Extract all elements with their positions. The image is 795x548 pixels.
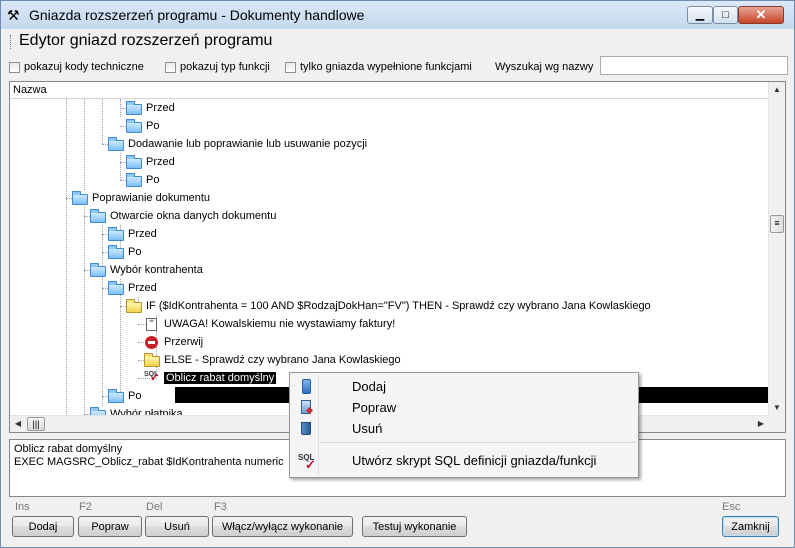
scroll-down-icon[interactable]: ▼ bbox=[771, 402, 783, 414]
edit-icon bbox=[295, 399, 319, 417]
tree-item[interactable]: IF ($IdKontrahenta = 100 AND $RodzajDokH… bbox=[126, 297, 651, 315]
checkbox-box[interactable] bbox=[9, 61, 20, 73]
folder-icon bbox=[108, 227, 124, 241]
folder-icon bbox=[126, 119, 142, 133]
context-menu: Dodaj Popraw Usuń SQL Utwórz skrypt SQL … bbox=[289, 372, 639, 478]
folder-icon bbox=[108, 281, 124, 295]
condition-folder-icon bbox=[126, 299, 142, 313]
app-icon: ⚒ bbox=[7, 7, 20, 23]
folder-icon bbox=[126, 173, 142, 187]
tree-line bbox=[120, 153, 121, 180]
title-bar[interactable]: ⚒ Gniazda rozszerzeń programu - Dokument… bbox=[1, 1, 794, 29]
test-execution-button[interactable]: Testuj wykonanie bbox=[362, 516, 467, 537]
tree-item[interactable]: ELSE - Sprawdź czy wybrano Jana Kowlaski… bbox=[144, 351, 401, 369]
close-window-button[interactable]: Zamknij bbox=[722, 516, 779, 537]
search-label: Wyszukaj wg nazwy bbox=[495, 61, 594, 73]
tree-line bbox=[84, 207, 85, 416]
tree-body: Przed Po Dodawanie lub poprawianie lub u… bbox=[10, 99, 769, 416]
menu-item-add[interactable]: Dodaj bbox=[292, 376, 636, 397]
menu-item-delete[interactable]: Usuń bbox=[292, 418, 636, 439]
trash-icon bbox=[295, 420, 319, 438]
show-tech-codes-checkbox[interactable]: pokazuj kody techniczne bbox=[9, 61, 144, 73]
minimize-button[interactable]: ▁ bbox=[687, 6, 713, 24]
toggle-execution-button[interactable]: Włącz/wyłącz wykonanie bbox=[212, 516, 353, 537]
tree-item[interactable]: Po bbox=[108, 387, 141, 405]
tree-line bbox=[84, 99, 85, 190]
checkbox-box[interactable] bbox=[165, 61, 176, 73]
only-filled-checkbox[interactable]: tylko gniazda wypełnione funkcjami bbox=[285, 61, 472, 73]
scroll-thumb[interactable]: ≡ bbox=[770, 215, 784, 233]
tree-item[interactable]: Po bbox=[126, 171, 159, 189]
hotkey-label: F3 bbox=[214, 501, 227, 513]
tree-item[interactable]: Dodawanie lub poprawianie lub usuwanie p… bbox=[108, 135, 367, 153]
tree-item[interactable]: Przed bbox=[126, 153, 175, 171]
tree-item[interactable]: Po bbox=[108, 243, 141, 261]
condition-folder-icon bbox=[144, 353, 160, 367]
show-func-type-checkbox[interactable]: pokazuj typ funkcji bbox=[165, 61, 270, 73]
editor-header: Edytor gniazd rozszerzeń programu bbox=[5, 31, 790, 53]
folder-icon bbox=[126, 155, 142, 169]
close-button[interactable]: ✕ bbox=[738, 6, 784, 24]
options-bar: pokazuj kody techniczne pokazuj typ funk… bbox=[5, 56, 790, 78]
window-title: Gniazda rozszerzeń programu - Dokumenty … bbox=[29, 7, 365, 23]
stop-icon bbox=[145, 335, 158, 349]
message-icon: ≡ bbox=[146, 316, 157, 331]
scroll-right-icon[interactable]: ▶ bbox=[755, 418, 767, 430]
tree-item[interactable]: Przed bbox=[108, 279, 157, 297]
scroll-up-icon[interactable]: ▲ bbox=[771, 84, 783, 96]
delete-button[interactable]: Usuń bbox=[145, 516, 209, 537]
menu-item-edit[interactable]: Popraw bbox=[292, 397, 636, 418]
vertical-scrollbar[interactable]: ▲ ≡ ▼ bbox=[768, 82, 785, 416]
maximize-button[interactable]: □ bbox=[713, 6, 738, 24]
tree-item[interactable]: Przed bbox=[126, 99, 175, 117]
folder-icon bbox=[108, 245, 124, 259]
add-icon bbox=[295, 378, 319, 396]
add-button[interactable]: Dodaj bbox=[12, 516, 74, 537]
folder-icon bbox=[90, 209, 106, 223]
checkbox-label: pokazuj typ funkcji bbox=[180, 61, 270, 73]
search-input[interactable] bbox=[600, 56, 788, 75]
tree-item[interactable]: Po bbox=[126, 117, 159, 135]
sql-icon: SQL bbox=[144, 371, 160, 385]
scroll-thumb[interactable]: ||| bbox=[27, 417, 45, 431]
tree-item[interactable]: Przerwij bbox=[144, 333, 203, 351]
tree-line bbox=[66, 99, 67, 416]
sql-script-icon: SQL bbox=[295, 452, 319, 473]
edit-button[interactable]: Popraw bbox=[78, 516, 142, 537]
checkbox-box[interactable] bbox=[285, 61, 296, 73]
checkbox-label: pokazuj kody techniczne bbox=[24, 61, 144, 73]
tree-line bbox=[102, 99, 103, 144]
tree-item[interactable]: ≡ UWAGA! Kowalskiemu nie wystawiamy faktu… bbox=[144, 315, 395, 333]
hotkey-label: Esc bbox=[722, 501, 741, 513]
scroll-left-icon[interactable]: ◀ bbox=[12, 418, 24, 430]
tree-item[interactable]: Wybór kontrahenta bbox=[90, 261, 203, 279]
menu-item-create-sql[interactable]: SQL Utwórz skrypt SQL definicji gniazda/… bbox=[292, 450, 636, 473]
button-row: Ins Dodaj F2 Popraw Del Usuń F3 Włącz/wy… bbox=[9, 501, 786, 541]
hotkey-label: F2 bbox=[79, 501, 92, 513]
page-title: Edytor gniazd rozszerzeń programu bbox=[19, 32, 273, 49]
tree-item[interactable]: Przed bbox=[108, 225, 157, 243]
scrollbar-corner bbox=[768, 415, 785, 432]
folder-icon bbox=[108, 137, 124, 151]
checkbox-label: tylko gniazda wypełnione funkcjami bbox=[300, 61, 472, 73]
column-header-name[interactable]: Nazwa bbox=[10, 82, 769, 99]
main-window: ⚒ Gniazda rozszerzeń programu - Dokument… bbox=[0, 0, 795, 548]
tree-item-selected[interactable]: SQLOblicz rabat domyślny bbox=[144, 369, 277, 387]
folder-icon bbox=[90, 263, 106, 277]
tree-item[interactable]: Poprawianie dokumentu bbox=[72, 189, 210, 207]
menu-separator bbox=[320, 442, 636, 443]
folder-icon bbox=[72, 191, 88, 205]
hotkey-label: Del bbox=[146, 501, 163, 513]
folder-icon bbox=[126, 101, 142, 115]
tree-item[interactable]: Otwarcie okna danych dokumentu bbox=[90, 207, 276, 225]
toolbar-grip-icon bbox=[10, 35, 14, 49]
hotkey-label: Ins bbox=[15, 501, 30, 513]
folder-icon bbox=[108, 389, 124, 403]
